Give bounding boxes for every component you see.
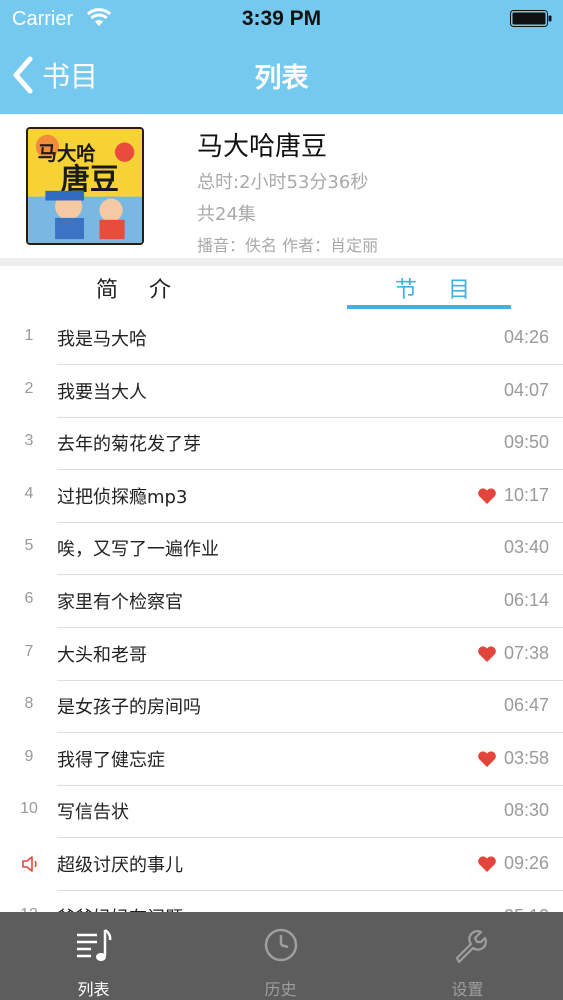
tabbar-history[interactable]: 历史: [187, 912, 374, 1000]
episode-number: 2: [24, 379, 34, 397]
heart-icon[interactable]: [477, 750, 497, 768]
wrench-icon: [455, 930, 487, 964]
nav-bar: 书目 列表: [0, 38, 563, 114]
episode-duration: 04:07: [503, 379, 549, 400]
episode-duration: 04:26: [503, 327, 549, 347]
episode-number: 3: [24, 432, 34, 450]
tab-selected-indicator: [347, 305, 511, 309]
tab-episodes[interactable]: 节 目: [395, 272, 482, 304]
episode-number: 9: [24, 747, 34, 765]
tabbar-list[interactable]: 列表: [0, 912, 187, 1000]
page-title: 列表: [254, 63, 309, 94]
episode-duration: 10:17: [503, 484, 549, 505]
episode-title: 写信告状: [57, 802, 129, 824]
episode-title: 我要当大人: [57, 381, 147, 403]
episode-number: 1: [24, 327, 34, 344]
heart-icon[interactable]: [477, 855, 497, 873]
episode-row[interactable]: 9 我得了健忘症 03:58: [0, 733, 563, 786]
episode-list[interactable]: 1 我是马大哈 04:26 2 我要当大人 04:07 3 去年的菊花发了芽 09:50 4 过把侦…: [0, 312, 563, 912]
section-divider: [0, 258, 563, 266]
svg-text:唐豆: 唐豆: [61, 162, 119, 196]
tabbar-settings[interactable]: 设置: [374, 912, 561, 1000]
episode-row[interactable]: 1 我是马大哈 04:26: [0, 312, 563, 365]
episode-duration: 06:14: [503, 590, 549, 610]
episode-title: 过把侦探瘾mp3: [57, 486, 188, 508]
episode-row[interactable]: 3 去年的菊花发了芽 09:50: [0, 417, 563, 471]
episode-row[interactable]: 8 是女孩子的房间吗 06:47: [0, 680, 563, 734]
episode-title: 爸爸妈妈有问题: [57, 904, 183, 912]
episode-duration: 03:58: [503, 747, 549, 768]
episode-title: 我得了健忘症: [57, 749, 165, 771]
episode-duration: 09:50: [503, 432, 549, 453]
episode-duration: 08:30: [503, 800, 549, 821]
tabbar-list-label: 列表: [77, 980, 110, 999]
episode-title: 大头和老哥: [57, 644, 147, 666]
episode-title: 唉，又写了一遍作业: [57, 539, 219, 561]
episode-row[interactable]: 4 过把侦探瘾mp3 10:17: [0, 470, 563, 523]
speaker-playing-icon: [22, 856, 37, 872]
episode-title: 去年的菊花发了芽: [57, 434, 201, 456]
tab-intro[interactable]: 简 介: [96, 272, 183, 304]
episode-row[interactable]: 2 我要当大人 04:07: [0, 365, 563, 418]
episode-row[interactable]: 10 写信告状 08:30: [0, 785, 563, 839]
music-list-icon: [77, 928, 112, 961]
header-bar: Carrier 3:39 PM 书目 列表: [0, 0, 563, 114]
episode-duration: 09:26: [503, 853, 549, 873]
status-time: 3:39 PM: [241, 7, 322, 30]
episode-count: 共24集: [197, 204, 256, 225]
episode-number: 6: [24, 590, 34, 607]
clock-icon: [264, 928, 298, 962]
episode-row[interactable]: 超级讨厌的事儿 09:26: [0, 838, 563, 891]
episode-number: 8: [24, 695, 34, 713]
heart-icon[interactable]: [477, 645, 497, 663]
tabbar-settings-label: 设置: [451, 980, 484, 999]
album-cover: 马大哈 唐豆: [26, 127, 144, 245]
battery-icon: [510, 10, 552, 27]
episode-duration: 03:40: [503, 537, 549, 558]
episode-title: 家里有个检察官: [57, 592, 183, 613]
heart-icon[interactable]: [477, 487, 497, 505]
episode-row[interactable]: 5 唉，又写了一遍作业 03:40: [0, 522, 563, 576]
episode-number: 4: [24, 484, 34, 502]
episode-title: 超级讨厌的事儿: [57, 855, 183, 876]
episode-number: 5: [24, 537, 34, 555]
album-info: 马大哈 唐豆 马大哈唐豆 总时:2小时53分36秒 共24集 播音：佚名 作者：…: [0, 114, 563, 258]
episode-duration: 06:47: [503, 695, 549, 716]
album-cover-illustration: 马大哈 唐豆: [28, 129, 142, 243]
tabbar-history-label: 历史: [264, 980, 297, 999]
episode-duration: 07:38: [503, 642, 549, 663]
episode-row[interactable]: 7 大头和老哥 07:38: [0, 628, 563, 681]
bottom-tab-bar: 列表 历史 设置: [0, 912, 563, 1000]
episode-number: 10: [20, 800, 38, 818]
segment-tabs: 简 介 节 目: [0, 266, 563, 312]
episode-row[interactable]: 12爸爸妈妈有问题05:10: [0, 891, 563, 912]
episode-title: 我是马大哈: [57, 329, 147, 350]
episode-title: 是女孩子的房间吗: [57, 697, 201, 719]
album-duration: 总时:2小时53分36秒: [197, 172, 369, 193]
episode-number: 7: [24, 642, 34, 660]
album-title: 马大哈唐豆: [197, 132, 328, 162]
episode-row[interactable]: 6 家里有个检察官 06:14: [0, 575, 563, 628]
album-credits: 播音：佚名 作者：肖定丽: [197, 236, 379, 255]
status-bar: Carrier 3:39 PM: [0, 0, 563, 38]
